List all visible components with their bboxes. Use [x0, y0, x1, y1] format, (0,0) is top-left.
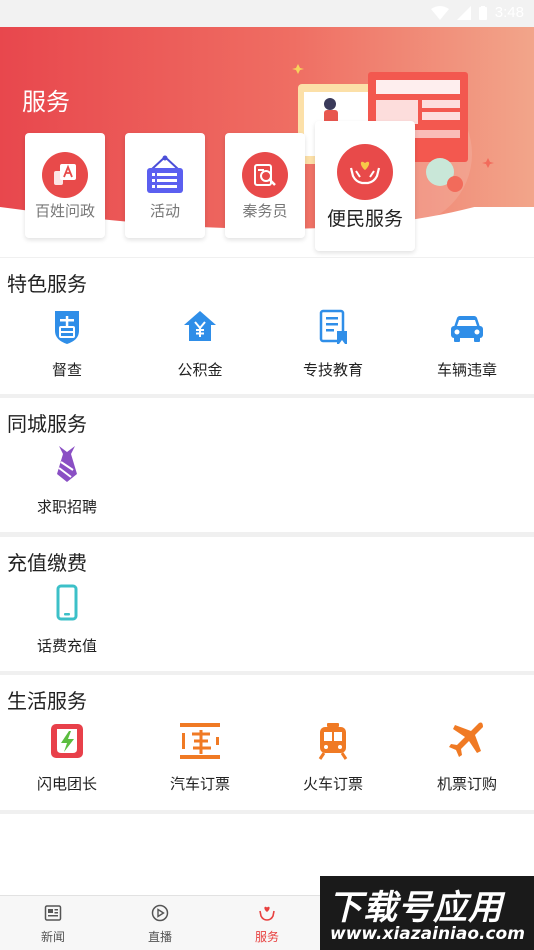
quick-action-qinwuyuan[interactable]: 秦务员	[225, 133, 305, 238]
search-document-icon	[254, 164, 276, 186]
service-heart-icon	[259, 906, 275, 921]
section-life-services: 生活服务 闪电团长 汽车订票 火车订票 机票订购	[0, 675, 534, 810]
tab-label: 新闻	[40, 930, 65, 944]
tab-label: 直播	[147, 930, 172, 944]
phone-icon	[56, 584, 78, 621]
quick-action-label: 秦务员	[242, 203, 288, 220]
quick-action-bianmin-fuwu[interactable]: 便民服务	[315, 121, 415, 251]
section-local-services: 同城服务 求职招聘	[0, 398, 534, 532]
play-icon	[151, 904, 169, 922]
service-label: 火车订票	[302, 776, 363, 793]
train-icon	[318, 723, 348, 760]
service-label: 闪电团长	[36, 776, 97, 793]
service-jipiao-dinggou[interactable]: 机票订购	[407, 721, 527, 794]
necktie-icon	[57, 446, 77, 482]
service-label: 公积金	[177, 362, 223, 379]
service-huafei-chongzhi[interactable]: 话费充值	[7, 583, 127, 656]
section-title: 充值缴费	[7, 553, 87, 575]
watermark-title: 下载号应用	[328, 888, 503, 928]
tab-service[interactable]: 服务	[237, 904, 297, 945]
watermark-overlay: 下载号应用 www.xiazainiao.com	[320, 876, 534, 950]
news-icon	[44, 905, 62, 921]
quick-action-label: 活动	[149, 203, 180, 220]
shield-badge-icon	[55, 311, 79, 344]
quick-action-label: 便民服务	[326, 209, 403, 230]
service-shandian-tuanzhang[interactable]: 闪电团长	[7, 721, 127, 794]
service-label: 专技教育	[302, 362, 363, 379]
service-zhuanji-jiaoyu[interactable]: 专技教育	[273, 307, 393, 380]
service-qiuzhi-zhaopin[interactable]: 求职招聘	[7, 444, 127, 517]
service-qiche-dingpiao[interactable]: 汽车订票	[140, 721, 260, 794]
service-cheliang-weizhang[interactable]: 车辆违章	[407, 307, 527, 380]
service-label: 求职招聘	[36, 499, 97, 516]
status-bar: 3:48	[0, 0, 534, 27]
section-recharge: 充值缴费 话费充值	[0, 537, 534, 671]
service-label: 督查	[51, 362, 82, 379]
tab-live[interactable]: 直播	[130, 904, 190, 945]
lightning-icon	[51, 724, 83, 758]
service-label: 话费充值	[36, 638, 97, 655]
document-icon	[319, 309, 347, 344]
status-icons: 3:48	[430, 4, 524, 21]
service-gongjijin[interactable]: 公积金	[140, 307, 260, 380]
service-label: 车辆违章	[436, 362, 497, 379]
watermark-url: www.xiazainiao.com	[330, 924, 525, 944]
quick-action-label: 百姓问政	[34, 203, 95, 220]
quick-action-huodong[interactable]: 活动	[125, 133, 205, 238]
section-title: 特色服务	[7, 274, 87, 296]
quick-action-baixing-wenzheng[interactable]: 百姓问政	[25, 133, 105, 238]
heart-hands-icon	[349, 161, 381, 185]
section-title: 同城服务	[7, 414, 87, 436]
service-label: 汽车订票	[169, 776, 230, 793]
wifi-icon	[430, 5, 449, 20]
status-time: 3:48	[494, 4, 524, 21]
airplane-icon	[449, 722, 484, 757]
service-label: 机票订购	[436, 776, 497, 793]
tab-label: 服务	[254, 930, 279, 944]
service-huoche-dingpiao[interactable]: 火车订票	[273, 721, 393, 794]
event-sign-icon	[147, 155, 183, 193]
service-ducha[interactable]: 督查	[7, 307, 127, 380]
letter-a-icon	[54, 164, 76, 185]
car-icon	[451, 316, 483, 342]
battery-icon	[478, 5, 487, 20]
page-title: 服务	[22, 89, 70, 116]
section-featured-services: 特色服务 督查 公积金 专技教育 车辆违章	[0, 258, 534, 394]
signal-icon	[456, 5, 471, 20]
section-title: 生活服务	[7, 691, 87, 713]
bus-ticket-icon	[180, 723, 220, 759]
tab-news[interactable]: 新闻	[23, 904, 83, 945]
house-yuan-icon	[184, 311, 216, 341]
